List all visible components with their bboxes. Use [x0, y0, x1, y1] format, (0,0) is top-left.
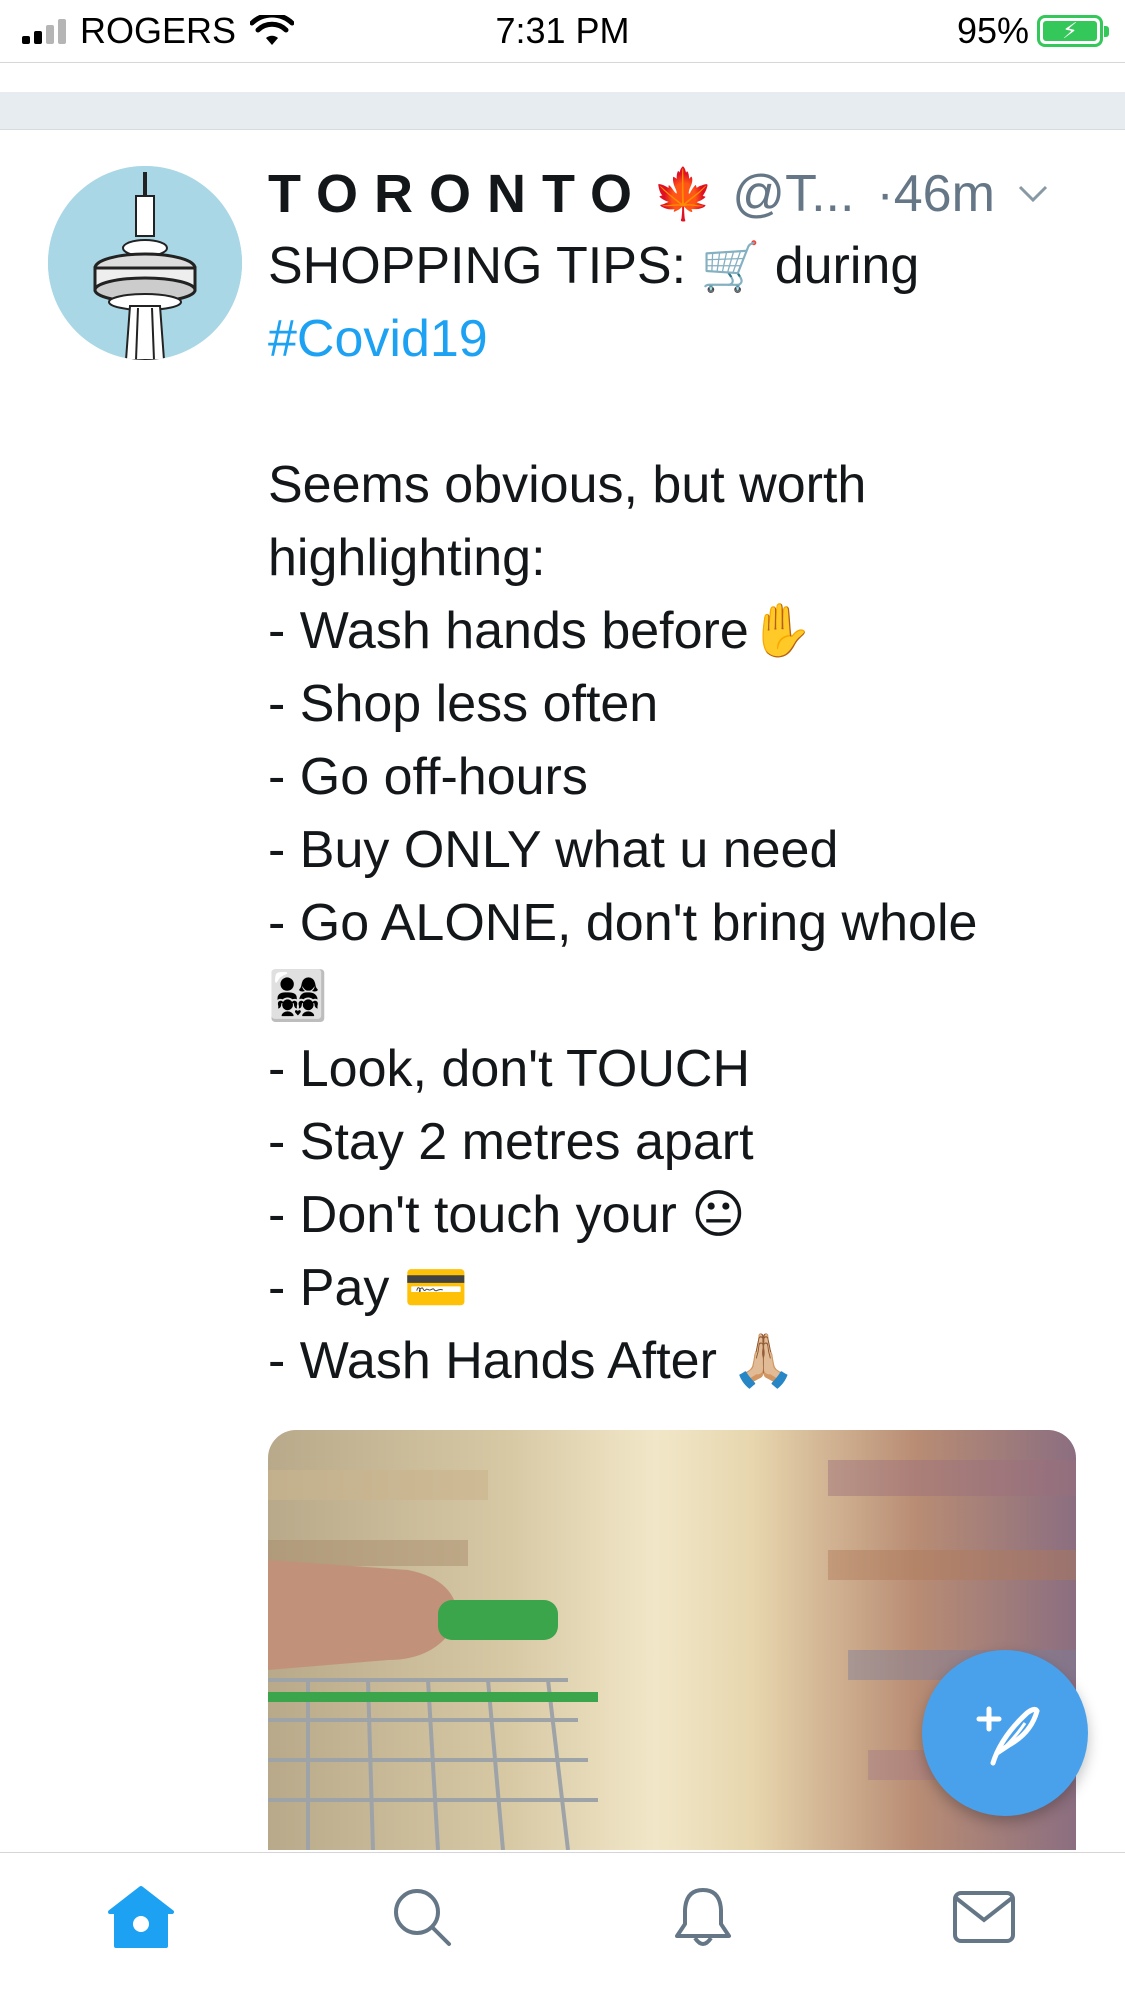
- tweet-text-segment: SHOPPING TIPS:: [268, 237, 701, 295]
- tab-home[interactable]: [81, 1867, 201, 1967]
- tweet-line: - Stay 2 metres apart: [268, 1113, 754, 1171]
- tweet-text-segment: during: [760, 237, 920, 295]
- bottom-tab-bar: [0, 1852, 1125, 2001]
- signal-icon: [22, 18, 66, 44]
- tweet-header: TORONTO 🍁 @T... ·46m: [268, 158, 1088, 230]
- battery-icon: ⚡: [1037, 15, 1109, 47]
- tweet-text: SHOPPING TIPS: 🛒 during #Covid19 Seems o…: [268, 230, 1088, 1398]
- top-divider: [0, 62, 1125, 63]
- status-right: 95% ⚡: [956, 10, 1109, 52]
- tweet[interactable]: TORONTO 🍁 @T... ·46m SHOPPING TIPS: 🛒 du…: [0, 130, 1125, 1850]
- mail-icon: [953, 1891, 1016, 1943]
- hashtag-link[interactable]: #Covid19: [268, 310, 488, 368]
- carrier-label: ROGERS: [80, 10, 237, 51]
- tweet-line: - Look, don't TOUCH: [268, 1040, 750, 1098]
- status-left: ROGERS: [22, 10, 295, 52]
- tweet-line: - Wash hands before✋: [268, 602, 814, 660]
- timeline-separator: [0, 92, 1125, 130]
- tweet-line: - Wash Hands After 🙏🏼: [268, 1332, 797, 1390]
- tab-messages[interactable]: [924, 1867, 1044, 1967]
- compose-tweet-icon: [976, 1706, 1040, 1766]
- search-icon: [393, 1889, 451, 1946]
- tweet-line: Seems obvious, but worth: [268, 456, 867, 514]
- tweet-line: - Go ALONE, don't bring whole: [268, 894, 978, 952]
- tweet-line: SHOPPING TIPS: 🛒 during: [268, 230, 1088, 303]
- shopping-cart-emoji: 🛒: [700, 241, 761, 294]
- tab-notifications[interactable]: [643, 1867, 763, 1967]
- tweet-timestamp: ·46m: [876, 165, 995, 223]
- cn-tower-avatar-icon[interactable]: [48, 166, 242, 360]
- tab-search[interactable]: [362, 1867, 482, 1967]
- chevron-down-icon[interactable]: [1017, 184, 1049, 204]
- wifi-icon: [250, 15, 295, 45]
- battery-percent: 95%: [956, 10, 1029, 51]
- compose-tweet-button[interactable]: [922, 1650, 1088, 1816]
- user-handle[interactable]: @T...: [732, 164, 854, 224]
- tweet-line: - Shop less often: [268, 675, 659, 733]
- bell-icon: [675, 1888, 732, 1946]
- tweet-line: - Go off-hours: [268, 748, 588, 806]
- display-name[interactable]: TORONTO: [268, 163, 648, 225]
- tweet-line: #Covid19: [268, 303, 1088, 376]
- home-icon: [107, 1886, 174, 1948]
- family-emoji: 👨‍👩‍👧‍👧: [268, 970, 328, 1023]
- tweet-line: - Don't touch your 😐: [268, 1186, 746, 1244]
- maple-leaf-emoji: 🍁: [652, 165, 715, 222]
- status-bar: ROGERS 7:31 PM 95% ⚡: [0, 0, 1125, 62]
- tweet-line: - Buy ONLY what u need: [268, 821, 839, 879]
- tweet-line: - Pay 💳: [268, 1259, 469, 1317]
- tweet-line: highlighting:: [268, 529, 546, 587]
